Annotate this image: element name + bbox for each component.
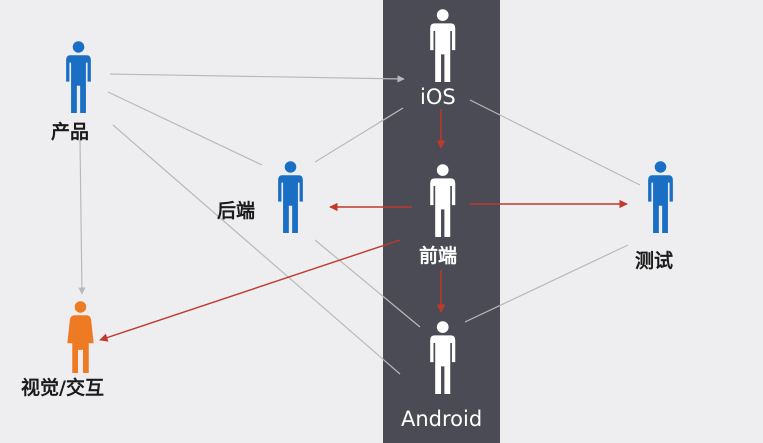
android-label: Android — [401, 407, 483, 431]
ios-person-icon — [426, 8, 459, 88]
product-person-icon — [62, 40, 95, 119]
team-collaboration-diagram: 产品 后端 视觉/交互 iOS 前端 Android 测试 — [0, 0, 763, 443]
edge-ios-to-testing — [469, 99, 641, 186]
edge-product-to-visual — [78, 139, 86, 295]
ios-label: iOS — [420, 85, 456, 109]
frontend-label: 前端 — [419, 245, 458, 267]
product-label: 产品 — [51, 121, 90, 143]
edge-product-to-ios — [109, 73, 405, 83]
visual-label: 视觉/交互 — [21, 377, 104, 399]
testing-person-icon — [644, 160, 677, 239]
edge-product-to-backend — [107, 91, 263, 166]
backend-person-icon — [274, 160, 307, 239]
edge-android-to-testing — [464, 244, 629, 323]
visual-person-icon — [64, 300, 97, 379]
edge-frontend-to-visual — [99, 239, 401, 342]
frontend-person-icon — [426, 163, 459, 243]
edge-ios-to-backend — [314, 107, 404, 163]
backend-label: 后端 — [217, 200, 256, 222]
testing-label: 测试 — [635, 250, 674, 272]
android-person-icon — [426, 320, 459, 400]
